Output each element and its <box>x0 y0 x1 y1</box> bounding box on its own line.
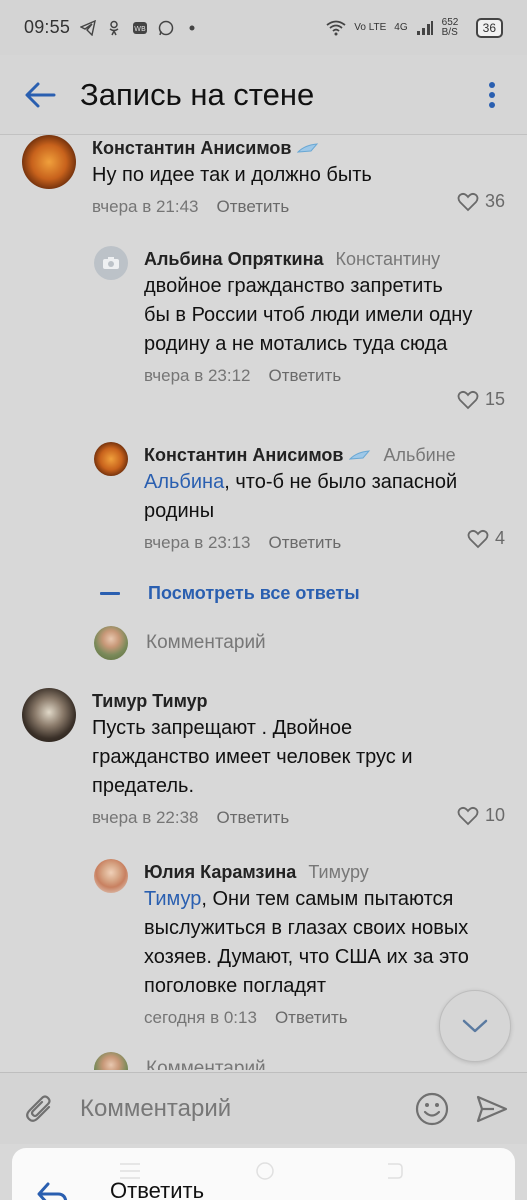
like-count: 36 <box>484 191 505 211</box>
speed-label: 652 B/S <box>441 16 459 38</box>
camera-icon <box>103 257 119 269</box>
like-count: 15 <box>484 389 505 409</box>
comment: Константин Анисимов Альбине Альбина, что… <box>94 442 527 558</box>
avatar-placeholder[interactable] <box>94 246 128 280</box>
avatar[interactable] <box>22 135 76 189</box>
reply-target[interactable]: Альбине <box>383 445 455 466</box>
dot-icon <box>189 25 195 30</box>
comment-time: вчера в 21:43 <box>92 197 199 216</box>
paperclip-icon <box>26 1094 51 1122</box>
wifi-icon <box>326 20 346 35</box>
reply-button[interactable]: Ответить <box>217 808 290 828</box>
comment: Константин Анисимов Ну по идее так и дол… <box>22 135 527 222</box>
send-icon <box>476 1095 508 1122</box>
mention-link[interactable]: Альбина <box>144 471 224 493</box>
reply-button[interactable]: Ответить <box>217 197 290 217</box>
avatar[interactable] <box>94 442 128 476</box>
avatar[interactable] <box>94 859 128 893</box>
comment-time: вчера в 22:38 <box>92 808 199 827</box>
show-all-replies-button[interactable]: Посмотреть все ответы <box>100 583 360 604</box>
reply-target[interactable]: Константину <box>335 249 440 270</box>
emoji-button[interactable] <box>407 1073 457 1145</box>
reply-arrow-icon <box>37 1182 68 1200</box>
heart-icon <box>457 390 479 409</box>
reply-prompt-label: Комментарий <box>146 1058 266 1070</box>
like-button[interactable]: 4 <box>467 528 505 549</box>
app-header: Запись на стене <box>0 55 527 135</box>
comments-feed[interactable]: Константин Анисимов Ну по идее так и дол… <box>0 135 527 1070</box>
comment-time: вчера в 23:13 <box>144 533 251 552</box>
reply-button[interactable]: Ответить <box>275 1008 348 1028</box>
reply-prompt[interactable]: Комментарий <box>94 1052 266 1070</box>
comment-text: Тимур, Они тем самым пытаются выслужитьс… <box>144 888 469 997</box>
reply-prompt[interactable]: Комментарий <box>94 626 266 660</box>
comment-author[interactable]: Альбина Опряткина <box>144 249 323 270</box>
like-button[interactable]: 15 <box>457 389 505 410</box>
comment-input[interactable]: Комментарий <box>80 1095 407 1123</box>
signal-label: 4G <box>394 22 408 33</box>
attach-button[interactable] <box>0 1073 80 1145</box>
heart-icon <box>457 192 479 211</box>
recent-apps-icon[interactable] <box>118 1160 142 1182</box>
comment-author[interactable]: Юлия Карамзина <box>144 862 296 883</box>
comment: Альбина Опряткина Константину двойное гр… <box>94 246 527 391</box>
reply-button[interactable]: Ответить <box>269 366 342 386</box>
comment-author[interactable]: Константин Анисимов <box>144 445 343 466</box>
odnoklassniki-icon <box>109 20 119 35</box>
collapse-icon <box>100 592 120 595</box>
comment-text: Пусть запрещают . Двойное гражданство им… <box>92 717 413 797</box>
page-title: Запись на стене <box>80 76 315 112</box>
home-icon[interactable] <box>254 1160 276 1182</box>
current-user-avatar <box>94 626 128 660</box>
badge-icon <box>297 143 319 153</box>
reply-button[interactable]: Ответить <box>269 533 342 553</box>
heart-icon <box>467 529 489 548</box>
chevron-down-icon <box>462 1019 488 1033</box>
network-label: Vo LTE <box>354 22 387 33</box>
smile-icon <box>415 1092 449 1125</box>
whatsapp-icon <box>158 20 174 35</box>
comment-time: вчера в 23:12 <box>144 366 251 385</box>
mention-link[interactable]: Тимур <box>144 888 201 910</box>
heart-icon <box>457 806 479 825</box>
comment-text: Альбина, что-б не было запасной родины <box>144 471 458 522</box>
signal-icon <box>416 20 433 35</box>
battery-indicator: 36 <box>475 17 503 38</box>
current-user-avatar <box>94 1052 128 1070</box>
reply-target[interactable]: Тимуру <box>308 862 368 883</box>
comment-time: сегодня в 0:13 <box>144 1008 257 1027</box>
more-vertical-icon <box>489 81 495 108</box>
status-time: 09:55 <box>24 17 71 37</box>
svg-text:WB: WB <box>134 25 146 33</box>
status-bar: 09:55 WB Vo LTE 4G 652 B/S 36 <box>0 0 527 55</box>
arrow-left-icon <box>25 82 56 107</box>
wildberries-icon: WB <box>133 21 148 34</box>
more-options-button[interactable] <box>457 55 527 135</box>
reply-prompt-label: Комментарий <box>146 632 266 653</box>
comment-author[interactable]: Константин Анисимов <box>92 138 291 159</box>
scroll-down-button[interactable] <box>439 990 511 1062</box>
avatar[interactable] <box>22 688 76 742</box>
show-all-replies-label: Посмотреть все ответы <box>148 583 360 603</box>
comment-input-bar: Комментарий <box>0 1072 527 1144</box>
like-count: 10 <box>484 805 505 825</box>
send-button[interactable] <box>457 1073 527 1145</box>
comment-text: двойное гражданство запретить бы в Росси… <box>144 275 473 355</box>
comment-author[interactable]: Тимур Тимур <box>92 691 207 712</box>
comment: Тимур Тимур Пусть запрещают . Двойное гр… <box>22 688 527 833</box>
back-button[interactable] <box>0 55 80 135</box>
like-count: 4 <box>494 528 505 548</box>
like-button[interactable]: 36 <box>457 191 505 212</box>
comment-text: Ну по идее так и должно быть <box>92 164 372 186</box>
badge-icon <box>349 450 371 460</box>
like-button[interactable]: 10 <box>457 805 505 826</box>
telegram-icon <box>80 19 96 36</box>
nav-back-icon[interactable] <box>384 1160 404 1182</box>
